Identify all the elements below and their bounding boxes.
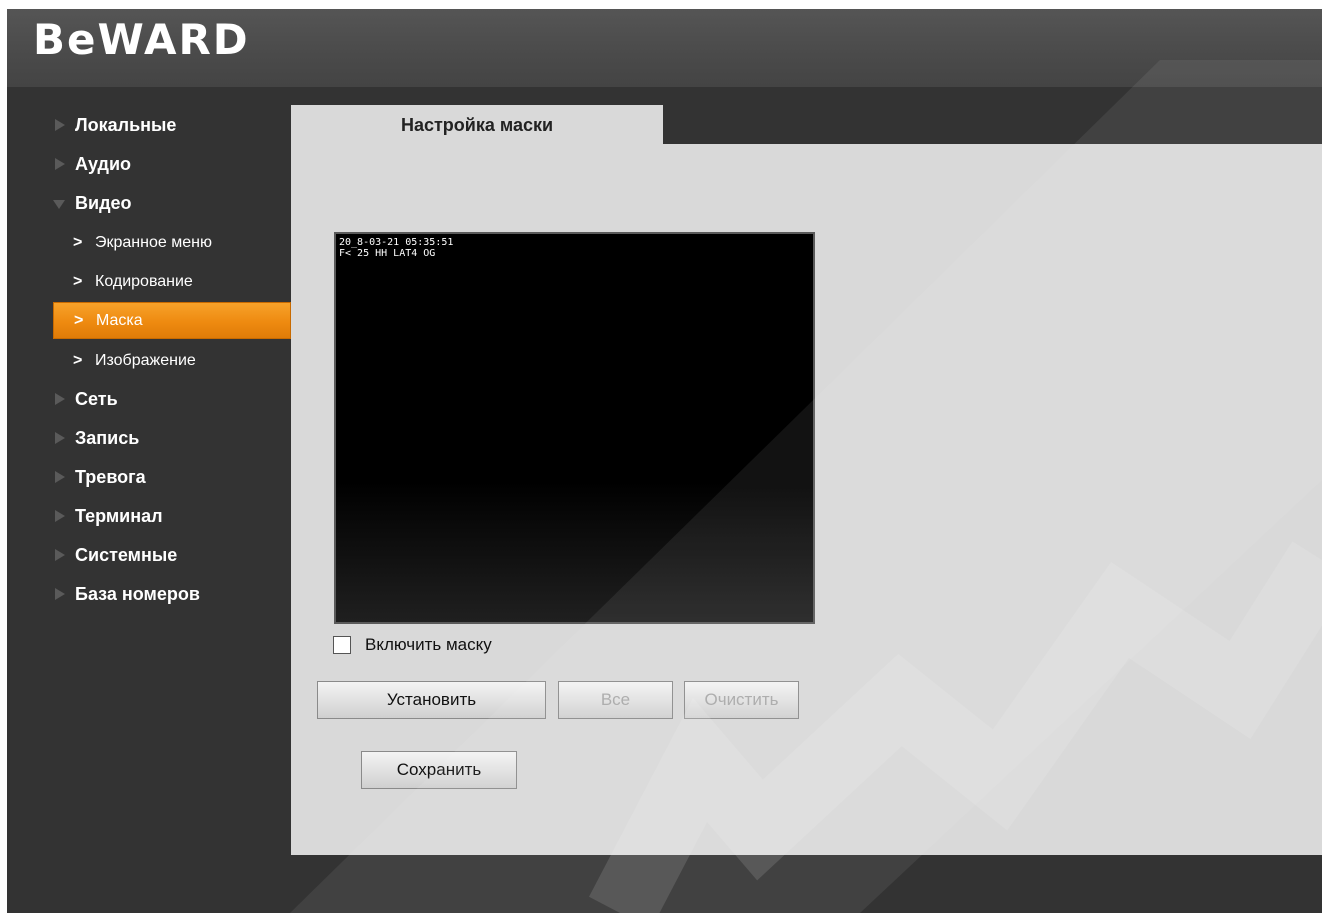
- sidebar-item-audio[interactable]: Аудио: [7, 145, 291, 184]
- sidebar-subitem-image[interactable]: > Изображение: [7, 341, 291, 380]
- chevron-right-icon: >: [73, 234, 83, 251]
- sidebar-subitem-label: Маска: [96, 312, 143, 329]
- chevron-right-icon: >: [73, 352, 83, 369]
- chevron-right-icon: >: [73, 273, 83, 290]
- chevron-right-icon: >: [74, 312, 84, 329]
- sidebar-item-label: Системные: [75, 545, 178, 565]
- save-button[interactable]: Сохранить: [361, 751, 517, 789]
- sidebar-item-video[interactable]: Видео: [7, 184, 291, 223]
- osd-info: F< 25 HH LAT4 OG: [339, 248, 436, 259]
- sidebar-item-label: Локальные: [75, 115, 177, 135]
- video-noise: [336, 482, 813, 622]
- triangle-right-icon: [55, 549, 65, 561]
- sidebar-item-record[interactable]: Запись: [7, 419, 291, 458]
- sidebar-subitem-encoding[interactable]: > Кодирование: [7, 262, 291, 301]
- tab-mask-settings[interactable]: Настройка маски: [291, 105, 663, 145]
- sidebar-subitem-label: Изображение: [95, 352, 196, 369]
- enable-mask-checkbox[interactable]: [333, 636, 351, 654]
- triangle-right-icon: [55, 393, 65, 405]
- triangle-right-icon: [55, 432, 65, 444]
- clear-button[interactable]: Очистить: [684, 681, 799, 719]
- sidebar-item-label: Тревога: [75, 467, 146, 487]
- sidebar-subitem-label: Экранное меню: [95, 234, 212, 251]
- sidebar-subitem-mask[interactable]: > Маска: [53, 302, 291, 339]
- sidebar-item-local[interactable]: Локальные: [7, 106, 291, 145]
- sidebar-item-label: Видео: [75, 193, 132, 213]
- enable-mask-label: Включить маску: [365, 635, 492, 654]
- sidebar-subitem-label: Кодирование: [95, 273, 193, 290]
- osd-overlay: 20_8-03-21 05:35:51 F< 25 HH LAT4 OG: [339, 237, 453, 259]
- triangle-right-icon: [55, 471, 65, 483]
- triangle-down-icon: [53, 200, 65, 209]
- video-preview[interactable]: 20_8-03-21 05:35:51 F< 25 HH LAT4 OG: [334, 232, 815, 624]
- osd-datetime: 20_8-03-21 05:35:51: [339, 237, 454, 248]
- sidebar-item-alarm[interactable]: Тревога: [7, 458, 291, 497]
- sidebar-item-label: Сеть: [75, 389, 118, 409]
- all-button[interactable]: Все: [558, 681, 673, 719]
- sidebar-item-label: Терминал: [75, 506, 163, 526]
- sidebar-subitem-osd[interactable]: > Экранное меню: [7, 223, 291, 262]
- sidebar-item-plate-database[interactable]: База номеров: [7, 575, 291, 614]
- enable-mask-row: Включить маску: [333, 634, 492, 656]
- triangle-right-icon: [55, 158, 65, 170]
- sidebar-item-terminal[interactable]: Терминал: [7, 497, 291, 536]
- set-button[interactable]: Установить: [317, 681, 546, 719]
- sidebar: Локальные Аудио Видео > Экранное меню > …: [7, 106, 291, 614]
- triangle-right-icon: [55, 588, 65, 600]
- sidebar-item-label: Запись: [75, 428, 140, 448]
- sidebar-item-label: База номеров: [75, 584, 200, 604]
- sidebar-item-system[interactable]: Системные: [7, 536, 291, 575]
- sidebar-item-label: Аудио: [75, 154, 132, 174]
- header: BeWARD: [7, 9, 1322, 87]
- triangle-right-icon: [55, 510, 65, 522]
- sidebar-item-network[interactable]: Сеть: [7, 380, 291, 419]
- brand-logo: BeWARD: [33, 15, 250, 64]
- triangle-right-icon: [55, 119, 65, 131]
